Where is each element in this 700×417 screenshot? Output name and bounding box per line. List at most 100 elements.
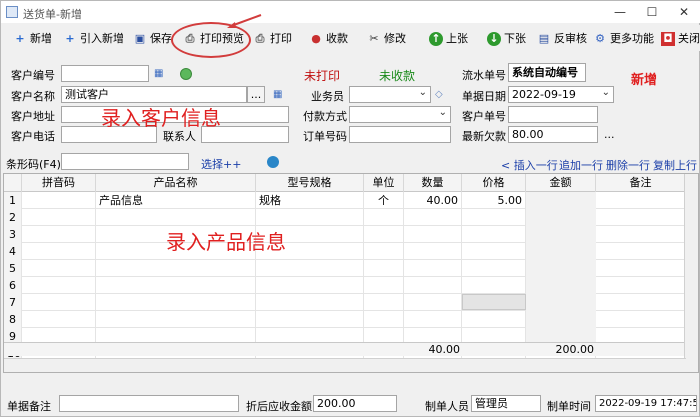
delete-row-link[interactable]: 删除一行 [606,157,650,173]
grid-cell[interactable] [364,226,404,243]
grid-cell[interactable] [22,260,96,277]
grid-cell[interactable] [96,277,256,294]
grid-cell[interactable] [462,311,526,328]
grid-cell[interactable] [22,294,96,311]
grid-cell[interactable] [404,260,462,277]
grid-cell[interactable] [364,243,404,260]
grid-cell[interactable] [404,294,462,311]
grid-cell[interactable] [96,209,256,226]
prev-record-button[interactable]: ↑ 上张 [429,29,468,49]
grid-cell[interactable] [22,311,96,328]
grid-cell[interactable] [364,277,404,294]
browse-customer-button[interactable]: ... [247,86,265,103]
minimize-button[interactable]: — [607,3,633,21]
order-no-field[interactable] [349,126,451,143]
import-new-button[interactable]: + 引入新增 [63,29,124,49]
grid-cell[interactable] [364,209,404,226]
grid-cell[interactable] [96,311,256,328]
grid-cell[interactable] [364,260,404,277]
grid-cell[interactable] [256,311,364,328]
grid-cell[interactable] [22,243,96,260]
save-button[interactable]: ▣ 保存 [133,29,172,49]
remark-field[interactable] [59,395,239,412]
grid-cell[interactable]: 5.00 [462,192,526,209]
grid-cell[interactable] [462,277,526,294]
next-record-button[interactable]: ↓ 下张 [487,29,526,49]
grid-cell[interactable]: 规格 [256,192,364,209]
edit-button[interactable]: ✂ 修改 [367,29,406,49]
grid-cell[interactable] [462,226,526,243]
col-header-price[interactable]: 价格 [462,174,526,192]
close-button[interactable]: ◘ 关闭 [661,29,700,49]
close-window-button[interactable]: ✕ [671,3,697,21]
insert-row-link[interactable]: < 插入一行 [501,157,558,173]
grid-cell[interactable] [596,243,686,260]
grid-cell[interactable] [96,294,256,311]
grid-cell[interactable] [256,209,364,226]
grid-cell[interactable] [22,209,96,226]
col-header-unit[interactable]: 单位 [364,174,404,192]
price-editor-cell[interactable] [462,294,526,310]
copy-row-link[interactable]: 复制上行 [653,157,697,173]
more-functions-button[interactable]: ⚙ 更多功能 [593,29,654,49]
col-header-product-name[interactable]: 产品名称 [96,174,256,192]
grid-cell[interactable] [596,277,686,294]
print-button[interactable]: ⎙ 打印 [253,29,292,49]
customer-code-field[interactable] [61,65,149,82]
grid-cell[interactable] [596,294,686,311]
customer-name-field[interactable]: 测试客户 [61,86,247,103]
grid-cell[interactable] [462,243,526,260]
grid-cell[interactable] [596,192,686,209]
grid-cell[interactable] [404,243,462,260]
grid-cell[interactable]: 个 [364,192,404,209]
horizontal-scrollbar[interactable] [4,358,686,372]
customer-bill-field[interactable] [508,106,598,123]
window-title: 送货单-新增 [23,8,82,21]
grid-cell[interactable] [596,209,686,226]
new-button[interactable]: + 新增 [13,29,52,49]
grid-cell[interactable] [364,294,404,311]
grid-cell[interactable] [22,192,96,209]
salesman-select[interactable] [349,86,431,103]
grid-cell[interactable] [256,294,364,311]
grid-cell[interactable] [462,260,526,277]
grid-cell[interactable] [462,209,526,226]
col-header-qty[interactable]: 数量 [404,174,462,192]
globe-icon[interactable] [267,156,279,168]
grid-cell[interactable] [596,226,686,243]
discount-amount-field[interactable]: 200.00 [313,395,397,412]
grid-cell[interactable] [404,311,462,328]
col-header-pinyin[interactable]: 拼音码 [22,174,96,192]
grid-cell[interactable] [404,277,462,294]
grid-cell[interactable] [596,311,686,328]
debt-details-button[interactable]: ... [604,128,615,141]
maximize-button[interactable]: ☐ [639,3,665,21]
grid-cell[interactable] [364,311,404,328]
grid-cell[interactable] [96,260,256,277]
col-header-amount[interactable]: 金额 [526,174,596,192]
vertical-scrollbar[interactable] [684,174,698,372]
grid-cell[interactable] [22,226,96,243]
payment-method-select[interactable] [349,106,451,123]
status-dot-icon[interactable] [180,68,192,80]
date-picker[interactable]: 2022-09-19 [508,86,614,103]
barcode-field[interactable] [61,153,189,170]
unapprove-button[interactable]: ▤ 反审核 [537,29,587,49]
search-icon[interactable]: ▦ [154,68,166,80]
grid-cell[interactable] [22,277,96,294]
select-product-link[interactable]: 选择++ [201,156,241,172]
grid-cell[interactable] [256,277,364,294]
grid-cell[interactable]: 产品信息 [96,192,256,209]
grid-cell[interactable] [404,209,462,226]
receive-payment-button[interactable]: ● 收款 [309,29,348,49]
grid-cell[interactable] [256,260,364,277]
col-header-spec[interactable]: 型号规格 [256,174,364,192]
grid-cell[interactable]: 40.00 [404,192,462,209]
grid-cell[interactable] [596,260,686,277]
col-header-remark[interactable]: 备注 [596,174,686,192]
append-row-link[interactable]: 追加一行 [559,157,603,173]
search-icon[interactable]: ▦ [273,89,285,101]
create-time-field: 2022-09-19 17:47:52 [595,395,697,412]
eraser-icon[interactable]: ◇ [435,89,447,101]
grid-cell[interactable] [404,226,462,243]
